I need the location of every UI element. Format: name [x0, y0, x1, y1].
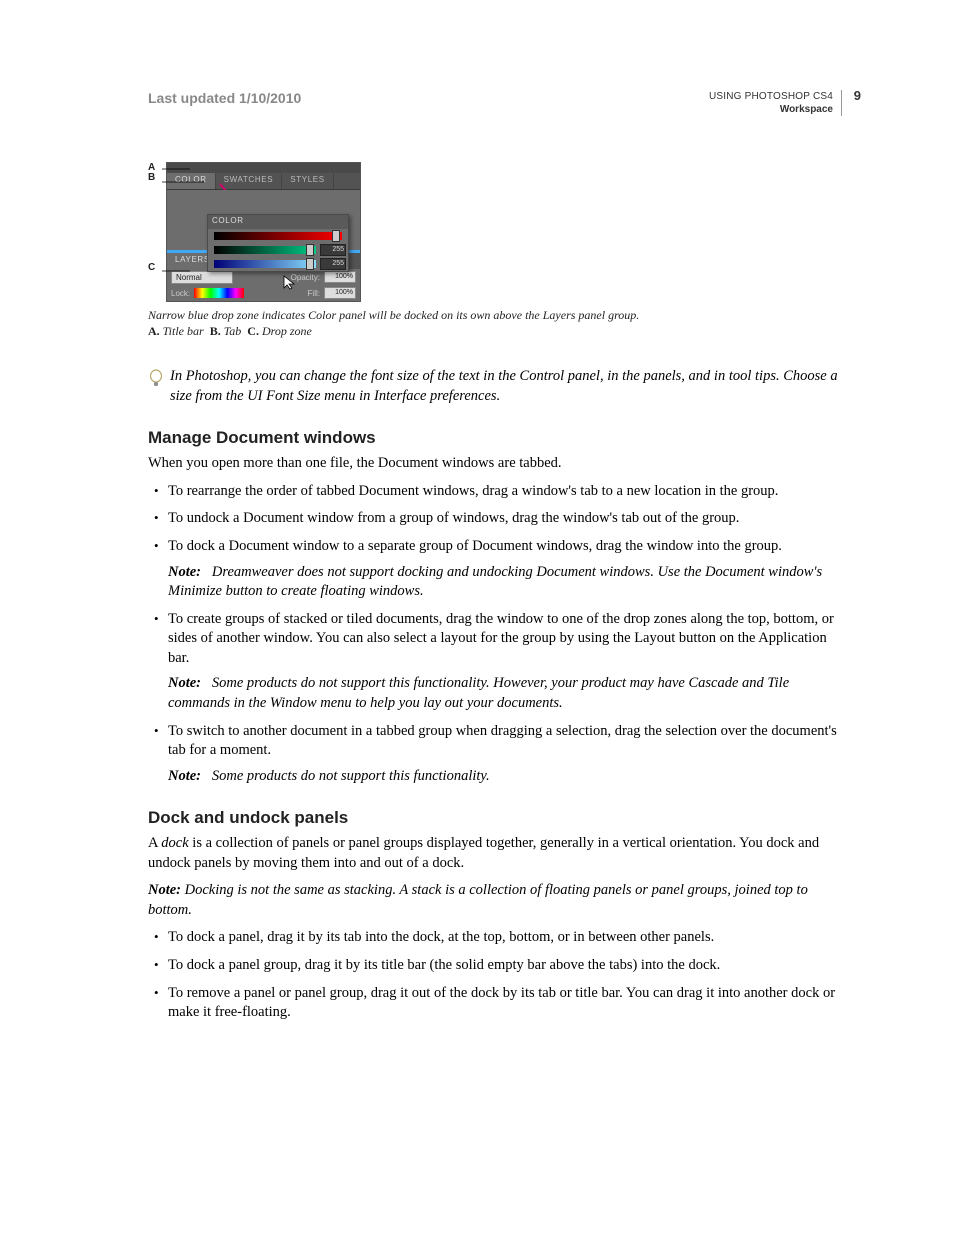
lock-label: Lock: [171, 289, 190, 298]
note-body: Some products do not support this functi… [212, 768, 490, 784]
header-doc-title: USING PHOTOSHOP CS4 Workspace 9 [709, 90, 842, 116]
section1-intro: When you open more than one file, the Do… [148, 454, 842, 474]
list-item: To undock a Document window from a group… [148, 509, 842, 529]
heading-dock-undock-panels: Dock and undock panels [148, 808, 842, 828]
intro-post: is a collection of panels or panel group… [148, 835, 819, 871]
note: Note: Docking is not the same as stackin… [148, 881, 842, 920]
slider-thumb [306, 258, 314, 270]
heading-manage-document-windows: Manage Document windows [148, 428, 842, 448]
slider-value: 255 [320, 258, 346, 270]
section2-intro: A dock is a collection of panels or pane… [148, 834, 842, 873]
header-last-updated: Last updated 1/10/2010 [148, 90, 301, 106]
slider-b [214, 260, 316, 268]
callout-b: B [148, 172, 166, 262]
callout-c: C [148, 262, 166, 273]
lightbulb-icon [148, 367, 164, 394]
figure-callouts: A B C [148, 162, 166, 273]
legend-c-text: Drop zone [262, 324, 312, 338]
intro-term: dock [161, 835, 188, 851]
page-header: Last updated 1/10/2010 USING PHOTOSHOP C… [148, 90, 842, 116]
note-label: Note: [148, 882, 181, 898]
panel1-tabs: COLOR SWATCHES STYLES [167, 173, 360, 190]
list-item: To dock a Document window to a separate … [148, 537, 842, 602]
slider-row-r [208, 229, 348, 243]
slider-r [214, 232, 342, 240]
note-body: Some products do not support this functi… [168, 675, 789, 711]
section2-list: To dock a panel, drag it by its tab into… [148, 928, 842, 1022]
tab-styles: STYLES [282, 173, 334, 189]
fill-value: 100% [324, 287, 356, 299]
panel-titlebar [167, 163, 360, 173]
legend-a-key: A. [148, 324, 160, 338]
list-item: To dock a panel group, drag it by its ti… [148, 956, 842, 976]
intro-pre: A [148, 835, 161, 851]
slider-thumb [306, 244, 314, 256]
fill-label: Fill: [308, 289, 320, 298]
slider-value: 255 [320, 244, 346, 256]
header-doc-line1: USING PHOTOSHOP CS4 [709, 90, 833, 103]
section1-list: To rearrange the order of tabbed Documen… [148, 482, 842, 786]
legend-b-text: Tab [224, 324, 242, 338]
cursor-icon [282, 274, 298, 290]
list-item: To remove a panel or panel group, drag i… [148, 984, 842, 1023]
list-item: To create groups of stacked or tiled doc… [148, 610, 842, 714]
figure: A B C COLOR SWATCHES STYLES [148, 162, 842, 302]
figure-legend: A. Title bar B. Tab C. Drop zone [148, 324, 842, 340]
note-label: Note: [168, 675, 201, 691]
content: A B C COLOR SWATCHES STYLES [148, 162, 842, 1023]
tab-color: COLOR [167, 173, 216, 189]
list-item: To switch to another document in a tabbe… [148, 722, 842, 787]
lock-icons [194, 288, 244, 298]
note-body: Docking is not the same as stacking. A s… [148, 882, 808, 918]
callout-a: A [148, 162, 166, 172]
page-number: 9 [854, 88, 861, 105]
page: Last updated 1/10/2010 USING PHOTOSHOP C… [0, 0, 954, 1235]
panel-screenshot: COLOR SWATCHES STYLES COLOR 255 [166, 162, 361, 302]
header-doc-line2: Workspace [709, 103, 833, 116]
legend-c-key: C. [247, 324, 259, 338]
blend-mode-select: Normal [171, 271, 233, 284]
panel1-body: COLOR 255 255 [167, 190, 360, 250]
figure-caption: Narrow blue drop zone indicates Color pa… [148, 308, 842, 339]
list-item: To dock a panel, drag it by its tab into… [148, 928, 842, 948]
note: Note: Dreamweaver does not support docki… [168, 563, 842, 602]
list-item: To rearrange the order of tabbed Documen… [148, 482, 842, 502]
slider-row-b: 255 [208, 257, 348, 271]
floating-panel-title: COLOR [208, 215, 348, 229]
note: Note: Some products do not support this … [168, 767, 842, 787]
layers-lock-row: Lock: Fill: 100% [167, 285, 360, 301]
slider-g [214, 246, 316, 254]
floating-color-panel: COLOR 255 255 [207, 214, 349, 272]
list-item-text: To switch to another document in a tabbe… [168, 723, 837, 759]
tip: In Photoshop, you can change the font si… [148, 367, 842, 406]
slider-row-g: 255 [208, 243, 348, 257]
note-body: Dreamweaver does not support docking and… [168, 564, 822, 600]
slider-thumb [332, 230, 340, 242]
tip-text: In Photoshop, you can change the font si… [170, 367, 842, 406]
opacity-value: 100% [324, 271, 356, 283]
list-item-text: To create groups of stacked or tiled doc… [168, 611, 834, 666]
note-label: Note: [168, 564, 201, 580]
legend-a-text: Title bar [163, 324, 204, 338]
note: Note: Some products do not support this … [168, 674, 842, 713]
tab-swatches: SWATCHES [216, 173, 283, 189]
caption-text: Narrow blue drop zone indicates Color pa… [148, 308, 842, 324]
list-item-text: To dock a Document window to a separate … [168, 538, 782, 554]
note-label: Note: [168, 768, 201, 784]
legend-b-key: B. [210, 324, 221, 338]
